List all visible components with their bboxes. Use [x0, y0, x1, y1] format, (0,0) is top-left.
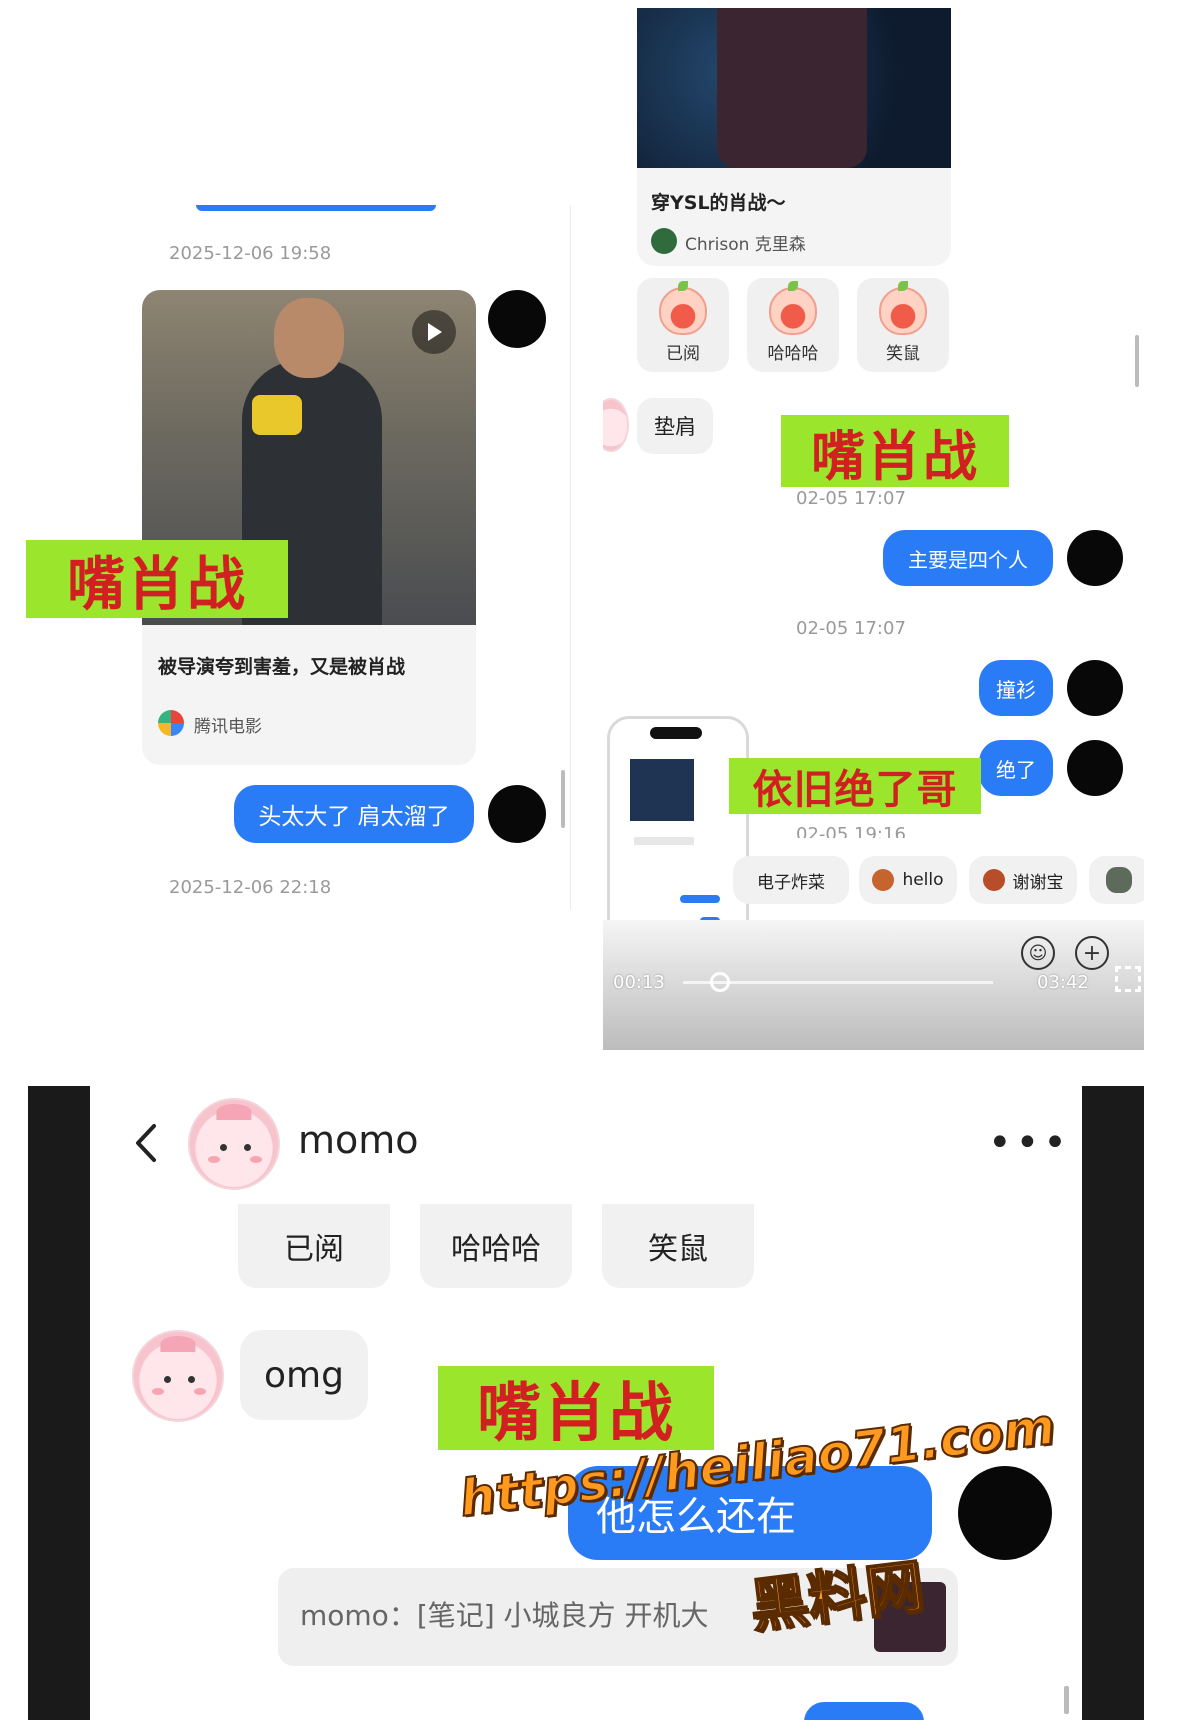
- avatar[interactable]: [1067, 660, 1123, 716]
- person-figure: [717, 8, 867, 168]
- avatar[interactable]: [958, 1466, 1052, 1560]
- peach-sticker-icon: [879, 281, 927, 335]
- avatar[interactable]: [1067, 530, 1123, 586]
- annotation-tag: 依旧绝了哥: [729, 758, 981, 814]
- quick-reply-chip[interactable]: 电子炸菜: [733, 856, 849, 904]
- avatar-cheek: [250, 1156, 262, 1163]
- emoji-sticker-2[interactable]: 哈哈哈: [420, 1204, 572, 1288]
- avatar-cheek: [152, 1388, 164, 1395]
- sent-message[interactable]: 主要是四个人: [883, 530, 1053, 586]
- scrollbar[interactable]: [561, 770, 565, 828]
- card-source: 腾讯电影: [194, 717, 262, 737]
- card-author: Chrison 克里森: [685, 235, 806, 255]
- left-screenshot: 2025-12-06 19:58 被导演夸到害羞，又是被肖战 腾讯电影 嘴肖战 …: [26, 205, 571, 910]
- note-card[interactable]: 穿YSL的肖战～ Chrison 克里森: [637, 8, 951, 266]
- mini-row: [634, 837, 694, 845]
- video-scrubber[interactable]: [710, 972, 730, 992]
- mini-row: [680, 895, 720, 903]
- divider: [570, 205, 571, 910]
- chat-avatar[interactable]: [188, 1098, 280, 1190]
- timestamp: 02-05 17:07: [796, 488, 906, 509]
- avatar-eye: [164, 1376, 171, 1383]
- quick-reply-chip[interactable]: hello: [859, 856, 957, 904]
- quick-reply-label: 电子炸菜: [757, 872, 825, 893]
- dynamic-island: [650, 727, 702, 739]
- peach-sticker-icon: [769, 281, 817, 335]
- sent-message[interactable]: 绝了: [979, 740, 1053, 796]
- avatar-cheek: [208, 1156, 220, 1163]
- cat-sticker-icon: [1106, 867, 1132, 893]
- letterbox-left: [28, 1086, 90, 1720]
- sent-message[interactable]: 撞衫: [979, 660, 1053, 716]
- bottom-screenshot: momo ••• 已阅 哈哈哈 笑鼠 omg 嘴肖战 他怎么还在 momo：[笔…: [28, 1086, 1144, 1720]
- thanks-sticker-icon: [982, 869, 1005, 891]
- letterbox-right: [1082, 1086, 1144, 1720]
- sent-message-partial[interactable]: [804, 1702, 924, 1720]
- sticker-label: 哈哈哈: [451, 1232, 541, 1267]
- chat-title: momo: [298, 1118, 419, 1162]
- scrollbar[interactable]: [1064, 1686, 1069, 1714]
- peach-sticker-icon: [659, 281, 707, 335]
- avatar-eye: [220, 1144, 227, 1151]
- emoji-sticker-3[interactable]: 笑鼠: [602, 1204, 754, 1288]
- emoji-button-icon[interactable]: ☺: [1021, 936, 1055, 970]
- right-screenshot: 穿YSL的肖战～ Chrison 克里森 已阅 哈哈哈 笑鼠 垫肩 嘴肖战 02…: [603, 0, 1144, 1050]
- note-image[interactable]: [637, 8, 951, 168]
- timestamp: 2025-12-06 19:58: [169, 243, 332, 264]
- emoji-sticker-1[interactable]: 已阅: [238, 1204, 390, 1288]
- sticker-label: 哈哈哈: [767, 344, 819, 364]
- avatar-crest: [160, 1336, 196, 1352]
- video-current-time: 00:13: [613, 972, 665, 993]
- avatar-eye: [244, 1144, 251, 1151]
- avatar[interactable]: [132, 1330, 224, 1422]
- back-chevron-icon[interactable]: [128, 1120, 164, 1166]
- avatar-cheek: [194, 1388, 206, 1395]
- video-total-time: 03:42: [1037, 972, 1089, 993]
- card-title: 穿YSL的肖战～: [651, 192, 786, 214]
- quick-reply-label: hello: [902, 870, 944, 890]
- emoji-sticker-3[interactable]: 笑鼠: [857, 278, 949, 372]
- avatar-eye: [188, 1376, 195, 1383]
- fullscreen-icon[interactable]: [1115, 966, 1141, 992]
- quick-reply-chip[interactable]: 谢谢宝: [969, 856, 1077, 904]
- sticker-label: 笑鼠: [886, 344, 920, 364]
- hello-sticker-icon: [872, 869, 895, 891]
- annotation-tag: 嘴肖战: [26, 540, 288, 618]
- avatar[interactable]: [488, 290, 546, 348]
- quick-reply-chip[interactable]: [1089, 856, 1144, 904]
- video-card[interactable]: 被导演夸到害羞，又是被肖战 腾讯电影: [142, 290, 476, 765]
- play-icon[interactable]: [412, 310, 456, 354]
- annotation-tag: 嘴肖战: [781, 415, 1009, 488]
- author-avatar: [651, 228, 677, 254]
- sent-message[interactable]: 头太大了 肩太溜了: [234, 785, 474, 843]
- sticker-label: 笑鼠: [648, 1232, 708, 1267]
- timestamp: 02-05 19:16: [796, 824, 906, 838]
- emoji-sticker-1[interactable]: 已阅: [637, 278, 729, 372]
- avatar[interactable]: [603, 398, 629, 452]
- quote-text: momo：[笔记] 小城良方 开机大: [300, 1599, 709, 1632]
- mini-image: [630, 759, 694, 821]
- person-head: [274, 298, 344, 378]
- avatar-crest: [216, 1104, 252, 1120]
- card-title: 被导演夸到害羞，又是被肖战: [158, 656, 406, 678]
- sticker-label: 已阅: [284, 1232, 344, 1267]
- more-options-icon[interactable]: •••: [988, 1120, 1071, 1166]
- emoji-sticker-2[interactable]: 哈哈哈: [747, 278, 839, 372]
- microphone: [252, 395, 302, 435]
- cropped-bubble: [196, 205, 436, 211]
- annotation-tag: 嘴肖战: [438, 1366, 714, 1451]
- quick-reply-label: 谢谢宝: [1012, 872, 1064, 893]
- source-icon: [158, 710, 184, 736]
- timestamp: 2025-12-06 22:18: [169, 877, 332, 898]
- timestamp: 02-05 17:07: [796, 618, 906, 639]
- avatar[interactable]: [1067, 740, 1123, 796]
- received-message[interactable]: 垫肩: [637, 398, 713, 454]
- scrollbar[interactable]: [1135, 335, 1139, 387]
- received-message[interactable]: omg: [240, 1330, 368, 1420]
- add-button-icon[interactable]: +: [1075, 936, 1109, 970]
- avatar[interactable]: [488, 785, 546, 843]
- sticker-label: 已阅: [666, 344, 700, 364]
